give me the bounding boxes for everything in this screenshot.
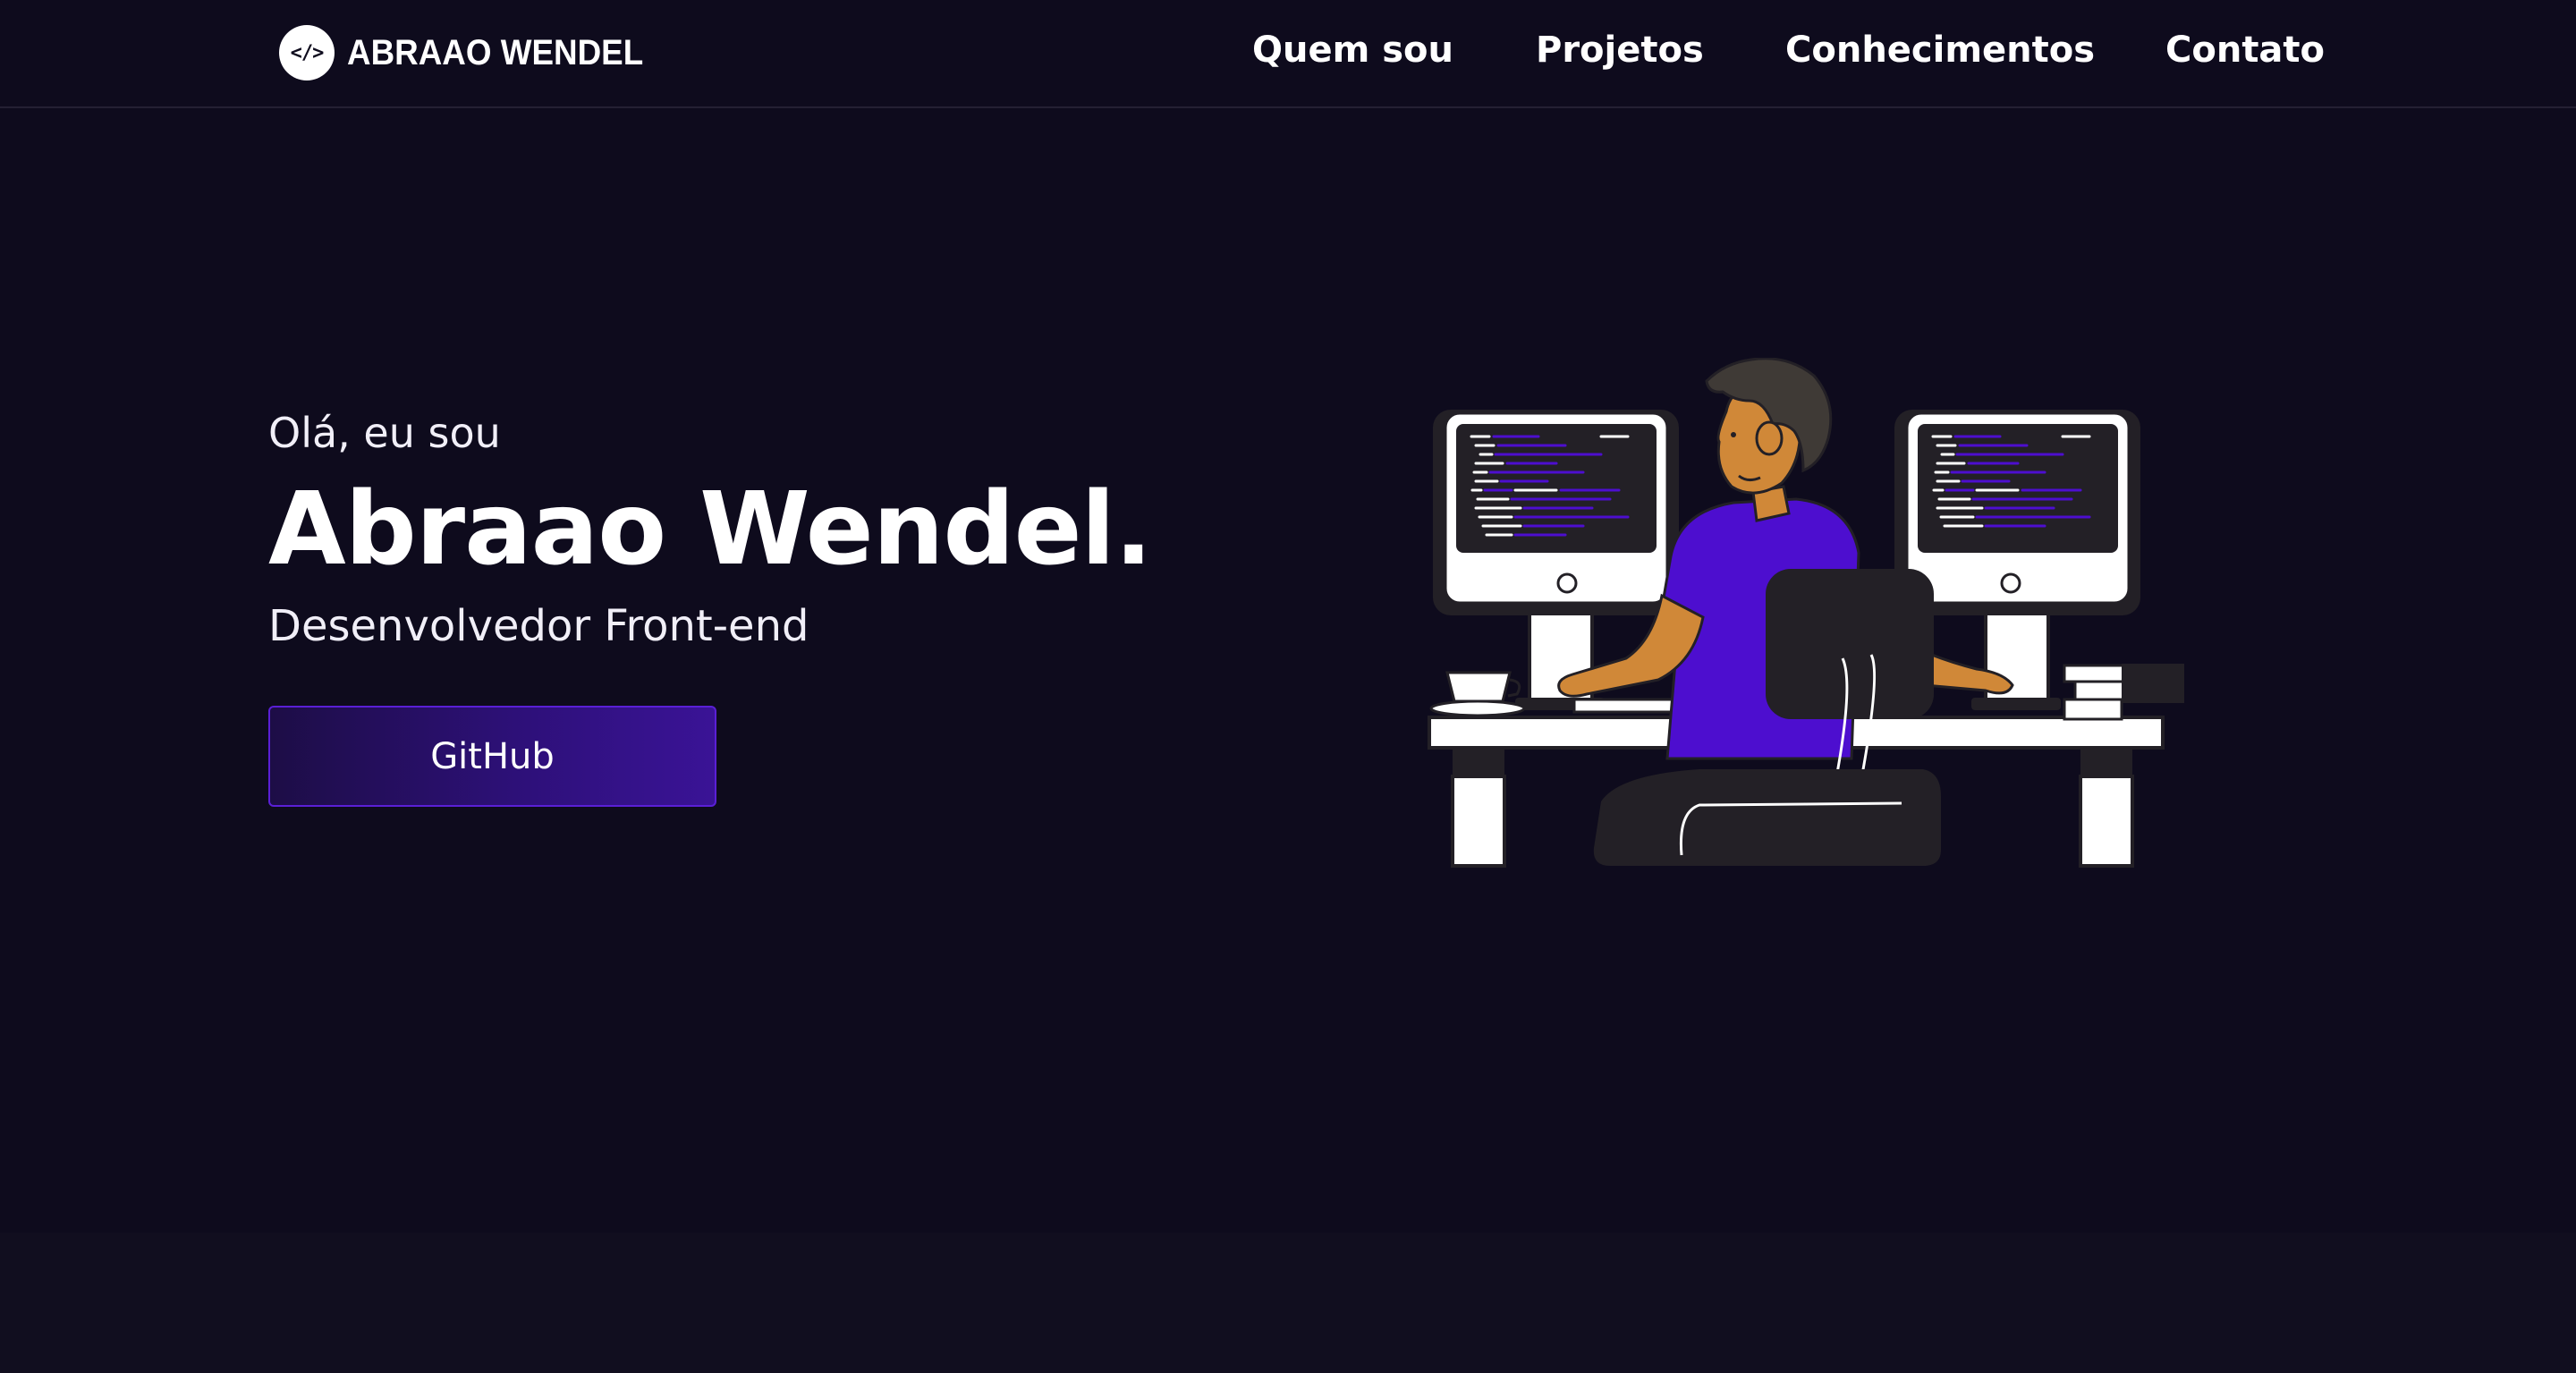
nav-link-projetos[interactable]: Projetos [1536,25,1704,75]
nav-link-conhecimentos[interactable]: Conhecimentos [1785,25,2095,75]
navbar: </> ABRAAO WENDEL Quem sou Projetos Conh… [0,0,2576,108]
hero-name: Abraao Wendel. [268,471,1152,588]
next-section-band [0,1233,2576,1373]
books-stack [2063,664,2184,721]
hero-greeting: Olá, eu sou [268,409,501,457]
nav-link-contato[interactable]: Contato [2165,25,2325,75]
page: </> ABRAAO WENDEL Quem sou Projetos Conh… [0,0,2576,1373]
nav-link-quem-sou[interactable]: Quem sou [1252,25,1453,75]
hero-role: Desenvolvedor Front-end [268,601,809,651]
hero-intro: Olá, eu sou Abraao Wendel. Desenvolvedor… [268,401,1152,662]
github-button[interactable]: GitHub [268,706,716,807]
developer-at-desk-illustration [1422,357,2209,877]
coffee-cup [1429,671,1526,717]
nav-menu: Quem sou Projetos Conhecimentos Contato [0,25,2576,75]
